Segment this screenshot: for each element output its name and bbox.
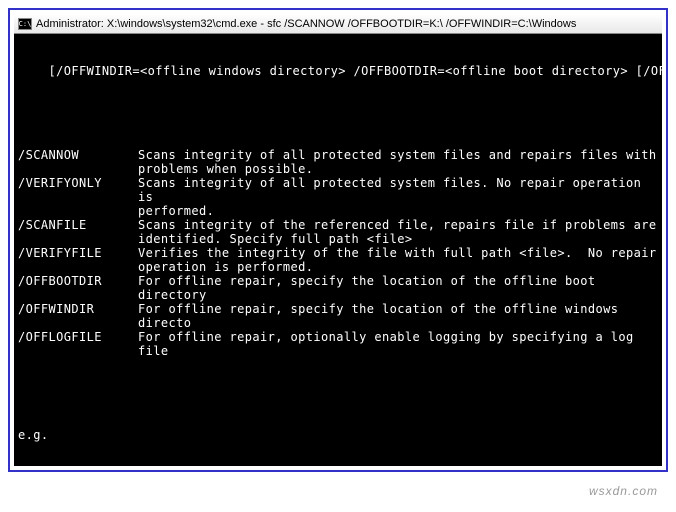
option-desc: Verifies the integrity of the file with … <box>138 246 658 274</box>
cmd-icon: C:\ <box>18 18 32 30</box>
option-name: /SCANNOW <box>18 148 138 176</box>
watermark: wsxdn.com <box>589 484 658 498</box>
option-row: /VERIFYFILEVerifies the integrity of the… <box>18 246 658 274</box>
option-desc: Scans integrity of all protected system … <box>138 176 658 218</box>
option-name: /SCANFILE <box>18 218 138 246</box>
terminal-output[interactable]: [/OFFWINDIR=<offline windows directory> … <box>14 34 662 466</box>
option-desc: For offline repair, specify the location… <box>138 302 658 330</box>
option-name: /OFFLOGFILE <box>18 330 138 358</box>
option-row: /OFFLOGFILEFor offline repair, optionall… <box>18 330 658 358</box>
option-name: /VERIFYONLY <box>18 176 138 218</box>
cmd-window: C:\ Administrator: X:\windows\system32\c… <box>14 14 662 466</box>
option-name: /OFFWINDIR <box>18 302 138 330</box>
option-desc: For offline repair, optionally enable lo… <box>138 330 658 358</box>
titlebar[interactable]: C:\ Administrator: X:\windows\system32\c… <box>14 14 662 34</box>
window-title: Administrator: X:\windows\system32\cmd.e… <box>36 18 576 30</box>
blank-line <box>18 386 658 400</box>
option-name: /VERIFYFILE <box>18 246 138 274</box>
header-line: [/OFFWINDIR=<offline windows directory> … <box>18 64 658 78</box>
option-row: /VERIFYONLYScans integrity of all protec… <box>18 176 658 218</box>
option-desc: Scans integrity of all protected system … <box>138 148 658 176</box>
option-desc: Scans integrity of the referenced file, … <box>138 218 658 246</box>
option-row: /OFFBOOTDIRFor offline repair, specify t… <box>18 274 658 302</box>
blank-line <box>18 106 658 120</box>
option-row: /SCANNOWScans integrity of all protected… <box>18 148 658 176</box>
eg-label: e.g. <box>18 428 658 442</box>
option-name: /OFFBOOTDIR <box>18 274 138 302</box>
option-row: /OFFWINDIRFor offline repair, specify th… <box>18 302 658 330</box>
option-row: /SCANFILEScans integrity of the referenc… <box>18 218 658 246</box>
option-desc: For offline repair, specify the location… <box>138 274 658 302</box>
window-frame: C:\ Administrator: X:\windows\system32\c… <box>8 8 668 472</box>
